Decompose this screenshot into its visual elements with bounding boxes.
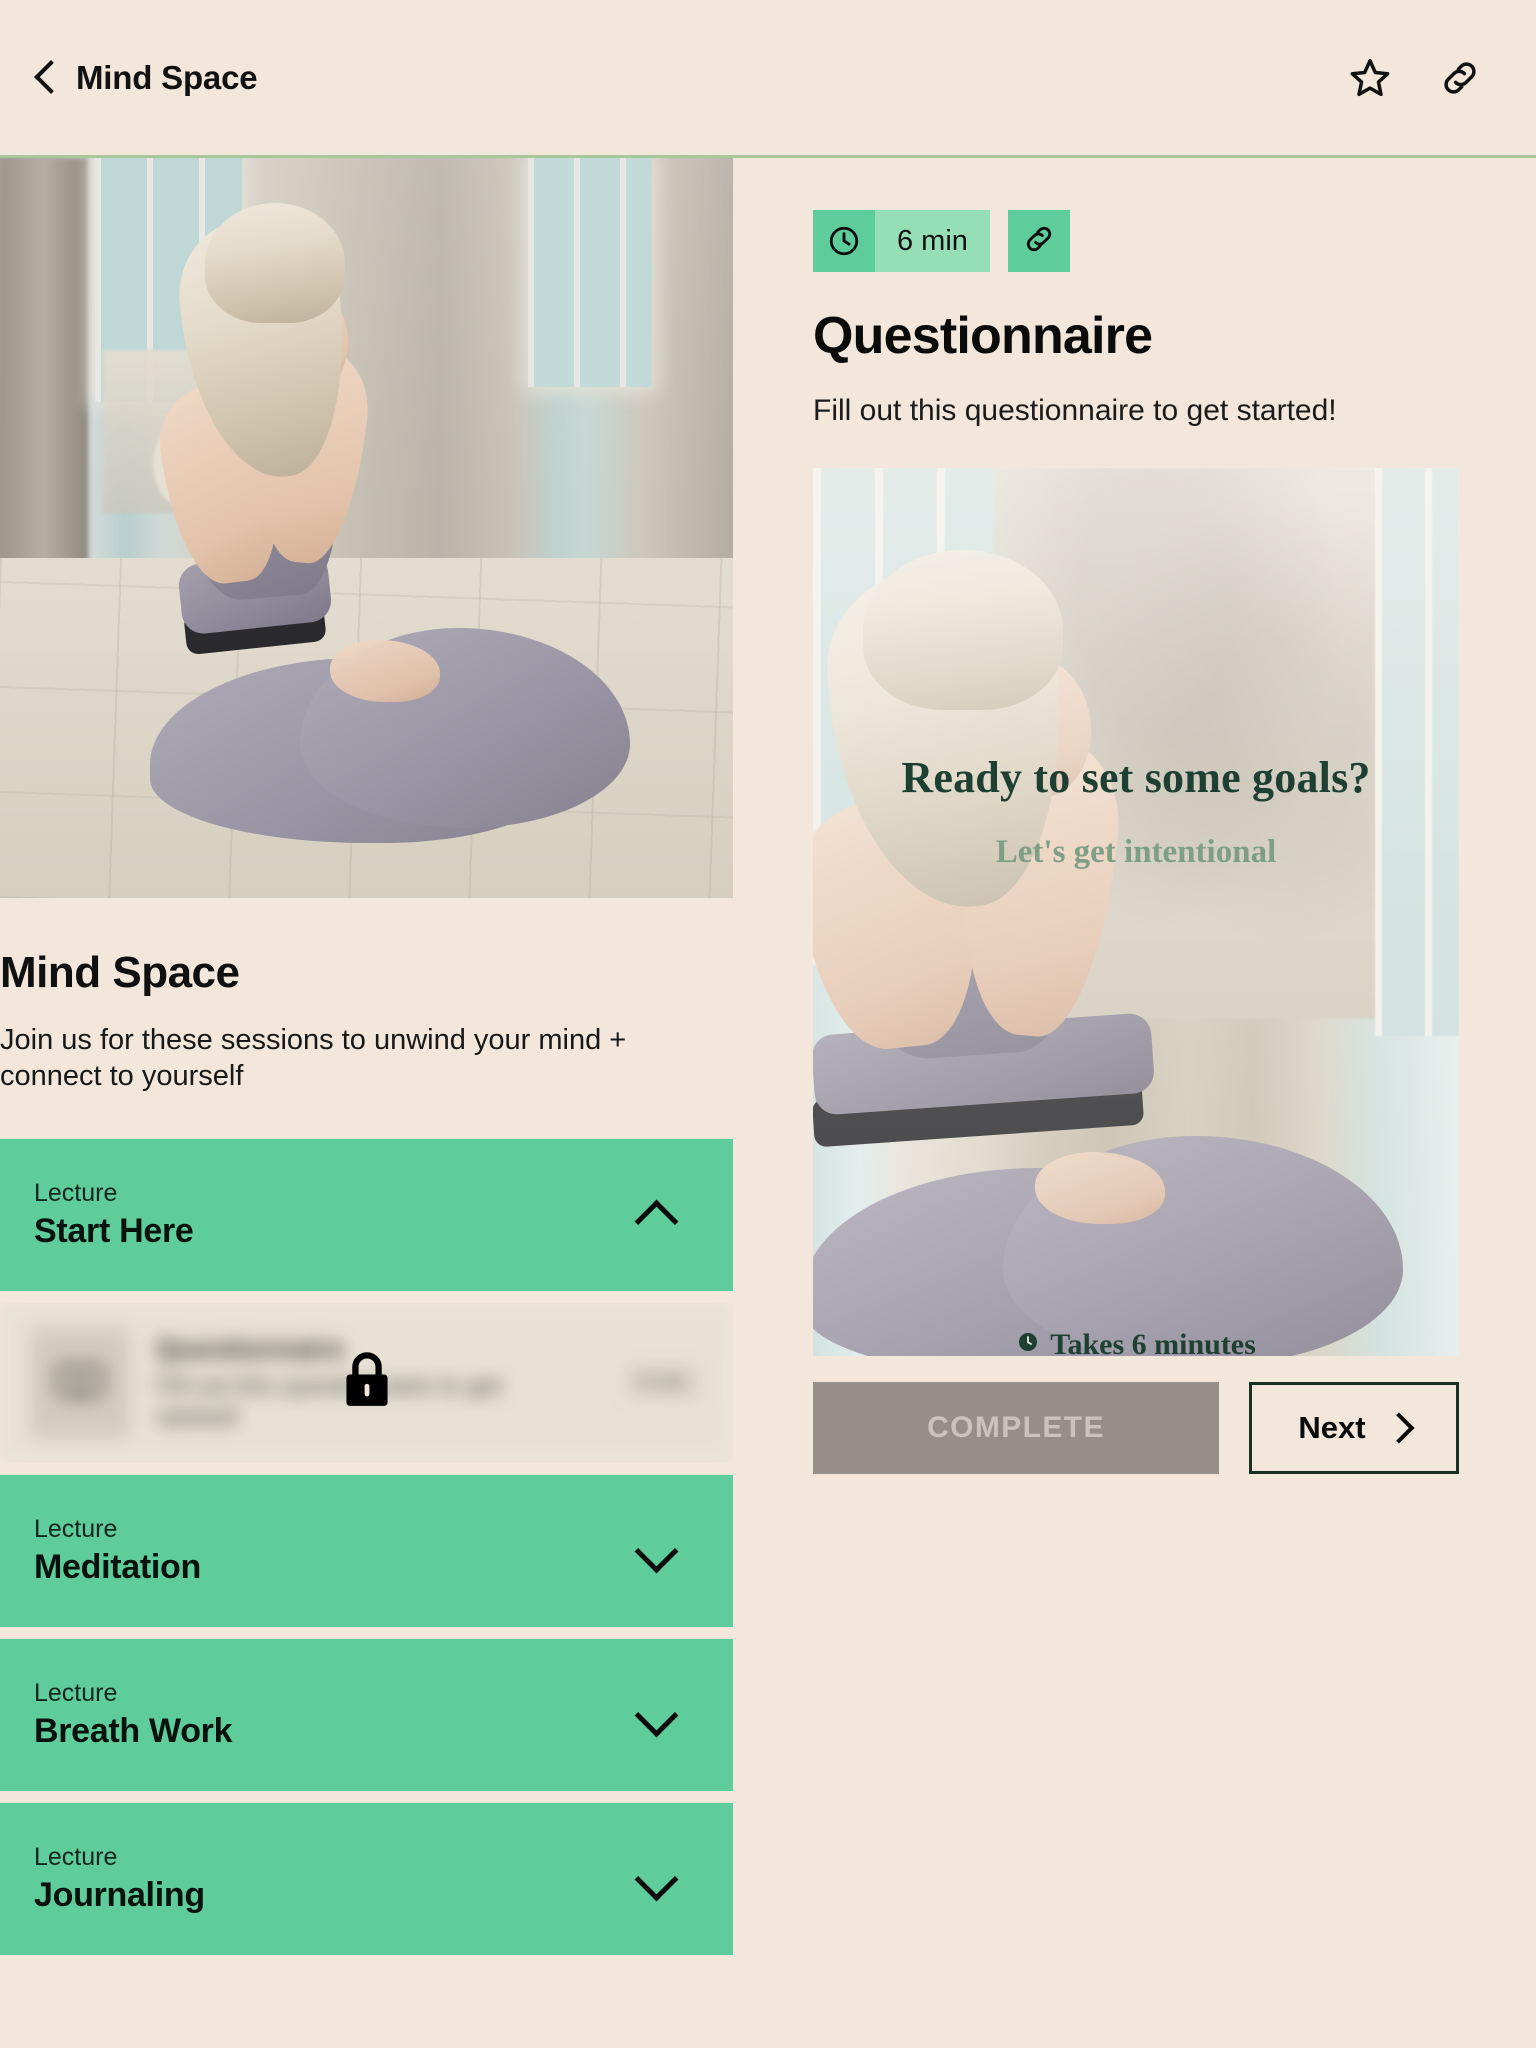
lecture-section-meditation[interactable]: Lecture Meditation (0, 1474, 733, 1627)
lecture-name: Start Here (34, 1211, 194, 1250)
lecture-section-start-here[interactable]: Lecture Start Here (0, 1138, 733, 1291)
lock-icon (338, 1348, 396, 1417)
lesson-actions: COMPLETE Next (813, 1382, 1459, 1474)
chevron-down-icon[interactable] (635, 1694, 677, 1736)
lecture-kicker: Lecture (34, 1514, 118, 1543)
top-bar-actions (1344, 52, 1506, 104)
lecture-name: Journaling (34, 1875, 205, 1914)
lecture-kicker: Lecture (34, 1178, 118, 1207)
lecture-labels: Lecture Meditation (34, 1515, 201, 1587)
lecture-list: Lecture Start Here Questionnaire Fill ou… (0, 1138, 733, 1955)
lesson-share-button[interactable] (1007, 210, 1070, 272)
lecture-section-journaling[interactable]: Lecture Journaling (0, 1802, 733, 1955)
lecture-kicker: Lecture (34, 1678, 118, 1707)
lecture-labels: Lecture Journaling (34, 1843, 205, 1915)
course-panel: Mind Space Join us for these sessions to… (0, 158, 733, 2048)
locked-lesson-row[interactable]: Questionnaire Fill out this questionnair… (0, 1302, 733, 1463)
locked-lesson-duration: 6 min (622, 1363, 703, 1402)
clock-icon (813, 210, 875, 272)
next-button-label: Next (1298, 1410, 1366, 1445)
lecture-labels: Lecture Start Here (34, 1179, 194, 1251)
link-icon (1022, 222, 1056, 261)
lesson-duration-badge: 6 min (813, 210, 990, 272)
link-icon (1438, 56, 1482, 100)
main-content: Mind Space Join us for these sessions to… (0, 158, 1536, 2048)
share-link-button[interactable] (1434, 52, 1486, 104)
lecture-name: Breath Work (34, 1711, 233, 1750)
page-title: Mind Space (76, 58, 258, 96)
course-info: Mind Space Join us for these sessions to… (0, 948, 733, 1095)
course-description: Join us for these sessions to unwind you… (0, 1024, 627, 1093)
lecture-name: Meditation (34, 1547, 201, 1586)
lesson-meta-row: 6 min (813, 210, 1484, 272)
chevron-down-icon[interactable] (635, 1858, 677, 1900)
star-outline-icon (1348, 56, 1392, 100)
top-bar: Mind Space (0, 0, 1536, 158)
lesson-title: Questionnaire (813, 307, 1153, 365)
next-button[interactable]: Next (1249, 1382, 1459, 1474)
course-hero-image (0, 158, 733, 898)
chevron-up-icon[interactable] (635, 1194, 677, 1236)
book-icon (30, 1327, 130, 1438)
chevron-down-icon[interactable] (635, 1530, 677, 1572)
lecture-labels: Lecture Breath Work (34, 1678, 233, 1751)
chevron-left-icon (30, 56, 60, 100)
lesson-slide-image: Ready to set some goals? Let's get inten… (813, 468, 1459, 1356)
lecture-section-breath-work[interactable]: Lecture Breath Work (0, 1638, 733, 1791)
lesson-panel: 6 min Questionnaire Fill out this questi… (733, 158, 1536, 2048)
complete-button[interactable]: COMPLETE (813, 1382, 1219, 1474)
favorite-button[interactable] (1344, 52, 1396, 104)
chevron-right-icon (1383, 1412, 1415, 1444)
lesson-duration-text: 6 min (875, 210, 990, 272)
back-button[interactable]: Mind Space (30, 56, 258, 100)
course-title: Mind Space (0, 948, 240, 997)
lecture-kicker: Lecture (34, 1842, 118, 1871)
lesson-subtitle: Fill out this questionnaire to get start… (813, 394, 1337, 427)
